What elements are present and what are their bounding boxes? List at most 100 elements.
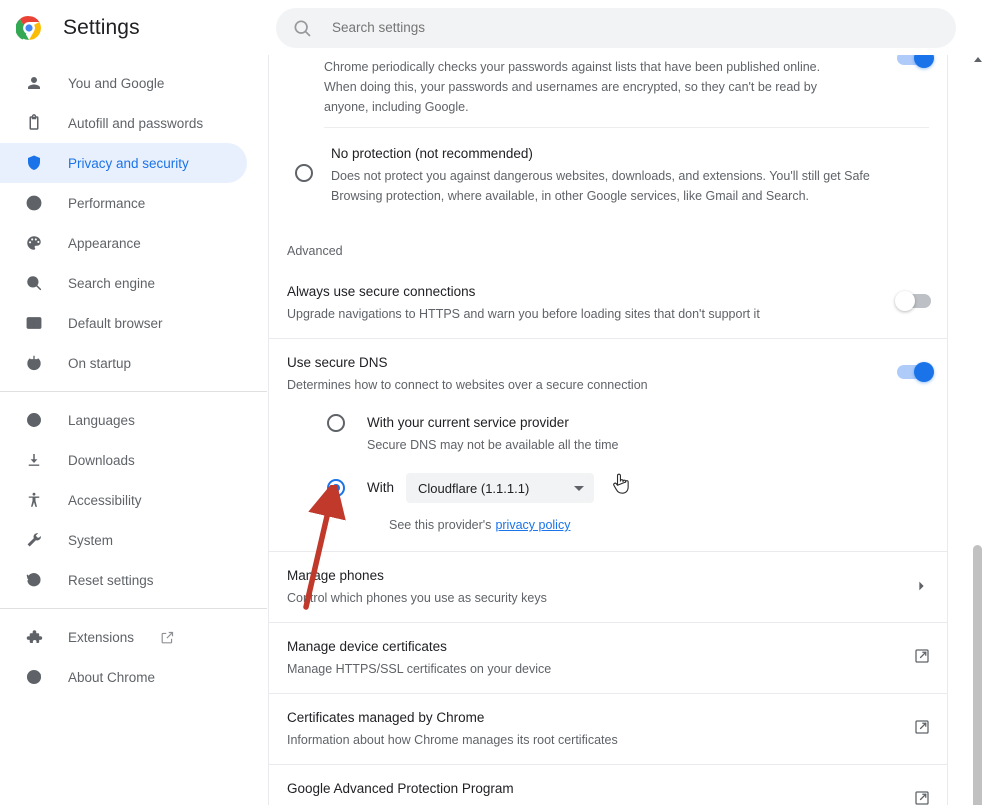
wrench-icon bbox=[24, 530, 44, 550]
sidebar-item-accessibility[interactable]: Accessibility bbox=[0, 480, 247, 520]
scrollbar-thumb[interactable] bbox=[973, 545, 982, 805]
sidebar-item-label: System bbox=[68, 532, 114, 548]
sidebar-item-appearance[interactable]: Appearance bbox=[0, 223, 247, 263]
current-provider-sub: Secure DNS may not be available all the … bbox=[367, 438, 619, 452]
gapp-body: Google Advanced Protection Program Safeg… bbox=[287, 779, 913, 805]
puzzle-icon bbox=[24, 627, 44, 647]
sidebar-item-performance[interactable]: Performance bbox=[0, 183, 247, 223]
browser-window-icon bbox=[24, 313, 44, 333]
sidebar-item-label: Downloads bbox=[68, 452, 135, 468]
row-manage-device-certificates[interactable]: Manage device certificates Manage HTTPS/… bbox=[269, 623, 947, 693]
accessibility-icon bbox=[24, 490, 44, 510]
manage-device-certs-body: Manage device certificates Manage HTTPS/… bbox=[287, 637, 913, 679]
secure-dns-title: Use secure DNS bbox=[287, 355, 388, 370]
certs-managed-body: Certificates managed by Chrome Informati… bbox=[287, 708, 913, 750]
toggle-knob bbox=[914, 55, 934, 68]
toggle-knob bbox=[895, 291, 915, 311]
row-certificates-managed-by-chrome[interactable]: Certificates managed by Chrome Informati… bbox=[269, 694, 947, 764]
chrome-outline-icon bbox=[24, 667, 44, 687]
row-manage-phones[interactable]: Manage phones Control which phones you u… bbox=[269, 552, 947, 622]
search-input[interactable] bbox=[332, 20, 940, 35]
sidebar-item-you-and-google[interactable]: You and Google bbox=[0, 63, 247, 103]
search-box[interactable] bbox=[276, 7, 956, 48]
certs-managed-sub: Information about how Chrome manages its… bbox=[287, 733, 618, 747]
sidebar-item-about-chrome[interactable]: About Chrome bbox=[0, 657, 247, 697]
row-always-use-secure-connections[interactable]: Always use secure connections Upgrade na… bbox=[269, 270, 947, 338]
sidebar-item-default-browser[interactable]: Default browser bbox=[0, 303, 247, 343]
row-google-advanced-protection-program[interactable]: Google Advanced Protection Program Safeg… bbox=[269, 765, 947, 805]
open-in-new-icon bbox=[913, 718, 931, 736]
safe-browsing-toggle[interactable] bbox=[897, 55, 934, 68]
sidebar-item-label: Extensions bbox=[68, 629, 135, 645]
open-in-new-icon bbox=[913, 789, 931, 805]
sidebar-item-downloads[interactable]: Downloads bbox=[0, 440, 247, 480]
open-in-new-icon bbox=[160, 630, 175, 645]
clipboard-icon bbox=[24, 113, 44, 133]
scroll-up-arrow-icon[interactable] bbox=[974, 57, 982, 62]
dns-privacy-policy-row: See this provider's privacy policy bbox=[269, 507, 947, 551]
sidebar-item-label: Privacy and security bbox=[68, 155, 189, 171]
main-content: Chrome periodically checks your password… bbox=[268, 55, 965, 805]
sidebar-item-search-engine[interactable]: Search engine bbox=[0, 263, 247, 303]
row-use-secure-dns[interactable]: Use secure DNS Determines how to connect… bbox=[269, 339, 947, 401]
sidebar-item-privacy-and-security[interactable]: Privacy and security bbox=[0, 143, 247, 183]
open-in-new-icon bbox=[913, 647, 931, 665]
dns-option-custom-provider[interactable]: With Cloudflare (1.1.1.1) bbox=[269, 459, 947, 507]
settings-window: Settings You and Google Autofill and pas… bbox=[0, 0, 985, 805]
download-icon bbox=[24, 450, 44, 470]
no-protection-sub-line-1: Does not protect you against dangerous w… bbox=[331, 169, 870, 183]
safe-browsing-partial-row: Chrome periodically checks your password… bbox=[269, 55, 947, 127]
no-protection-sub-line-2: Browsing protection, where available, in… bbox=[331, 189, 810, 203]
chevron-right-icon bbox=[913, 578, 931, 596]
toggle-knob bbox=[914, 362, 934, 382]
dns-provider-selected-value: Cloudflare (1.1.1.1) bbox=[418, 480, 530, 496]
sidebar-item-label: Performance bbox=[68, 195, 146, 211]
certs-managed-title: Certificates managed by Chrome bbox=[287, 710, 485, 725]
no-protection-title: No protection (not recommended) bbox=[331, 146, 533, 161]
safe-browsing-line-1: Chrome periodically checks your password… bbox=[324, 60, 821, 74]
custom-provider-radio[interactable] bbox=[327, 479, 345, 497]
history-restore-icon bbox=[24, 570, 44, 590]
secure-dns-toggle[interactable] bbox=[897, 362, 934, 382]
current-provider-body: With your current service provider Secur… bbox=[367, 413, 931, 455]
sidebar-item-label: Accessibility bbox=[68, 492, 142, 508]
sidebar-item-reset-settings[interactable]: Reset settings bbox=[0, 560, 247, 600]
privacy-policy-prefix: See this provider's bbox=[389, 518, 492, 532]
sidebar-item-label: Autofill and passwords bbox=[68, 115, 204, 131]
sidebar-item-system[interactable]: System bbox=[0, 520, 247, 560]
always-secure-toggle[interactable] bbox=[895, 291, 931, 311]
advanced-section-label-wrap: Advanced bbox=[269, 228, 947, 270]
advanced-section-label: Advanced bbox=[287, 244, 343, 258]
sidebar-item-languages[interactable]: Languages bbox=[0, 400, 247, 440]
secure-dns-sub: Determines how to connect to websites ov… bbox=[287, 378, 648, 392]
privacy-policy-link[interactable]: privacy policy bbox=[495, 515, 570, 535]
palette-icon bbox=[24, 233, 44, 253]
gapp-title: Google Advanced Protection Program bbox=[287, 781, 514, 796]
page-title: Settings bbox=[63, 15, 140, 39]
sidebar-item-label: Default browser bbox=[68, 315, 163, 331]
sidebar-item-autofill-and-passwords[interactable]: Autofill and passwords bbox=[0, 103, 247, 143]
sidebar-item-label: Languages bbox=[68, 412, 135, 428]
safe-browsing-line-2: When doing this, your passwords and user… bbox=[324, 80, 817, 94]
no-protection-body: No protection (not recommended) Does not… bbox=[331, 144, 931, 206]
with-label: With bbox=[367, 480, 394, 495]
sidebar-item-label: Reset settings bbox=[68, 572, 154, 588]
shield-icon bbox=[24, 153, 44, 173]
no-protection-radio[interactable] bbox=[295, 164, 313, 182]
chrome-logo-icon bbox=[15, 15, 42, 41]
sidebar-item-extensions[interactable]: Extensions bbox=[0, 617, 247, 657]
manage-phones-sub: Control which phones you use as security… bbox=[287, 591, 547, 605]
search-icon bbox=[292, 18, 312, 38]
no-protection-row[interactable]: No protection (not recommended) Does not… bbox=[269, 128, 947, 228]
sidebar-item-label: Appearance bbox=[68, 235, 141, 251]
vertical-scrollbar[interactable] bbox=[970, 55, 985, 805]
settings-card: Chrome periodically checks your password… bbox=[268, 55, 948, 805]
dns-option-current-provider[interactable]: With your current service provider Secur… bbox=[269, 401, 947, 459]
sidebar: You and Google Autofill and passwords Pr… bbox=[0, 55, 268, 805]
sidebar-item-on-startup[interactable]: On startup bbox=[0, 343, 247, 383]
current-provider-radio[interactable] bbox=[327, 414, 345, 432]
dns-provider-select[interactable]: Cloudflare (1.1.1.1) bbox=[406, 473, 594, 503]
manage-device-certs-title: Manage device certificates bbox=[287, 639, 447, 654]
search-icon bbox=[24, 273, 44, 293]
safe-browsing-partial-text: Chrome periodically checks your password… bbox=[324, 57, 885, 117]
